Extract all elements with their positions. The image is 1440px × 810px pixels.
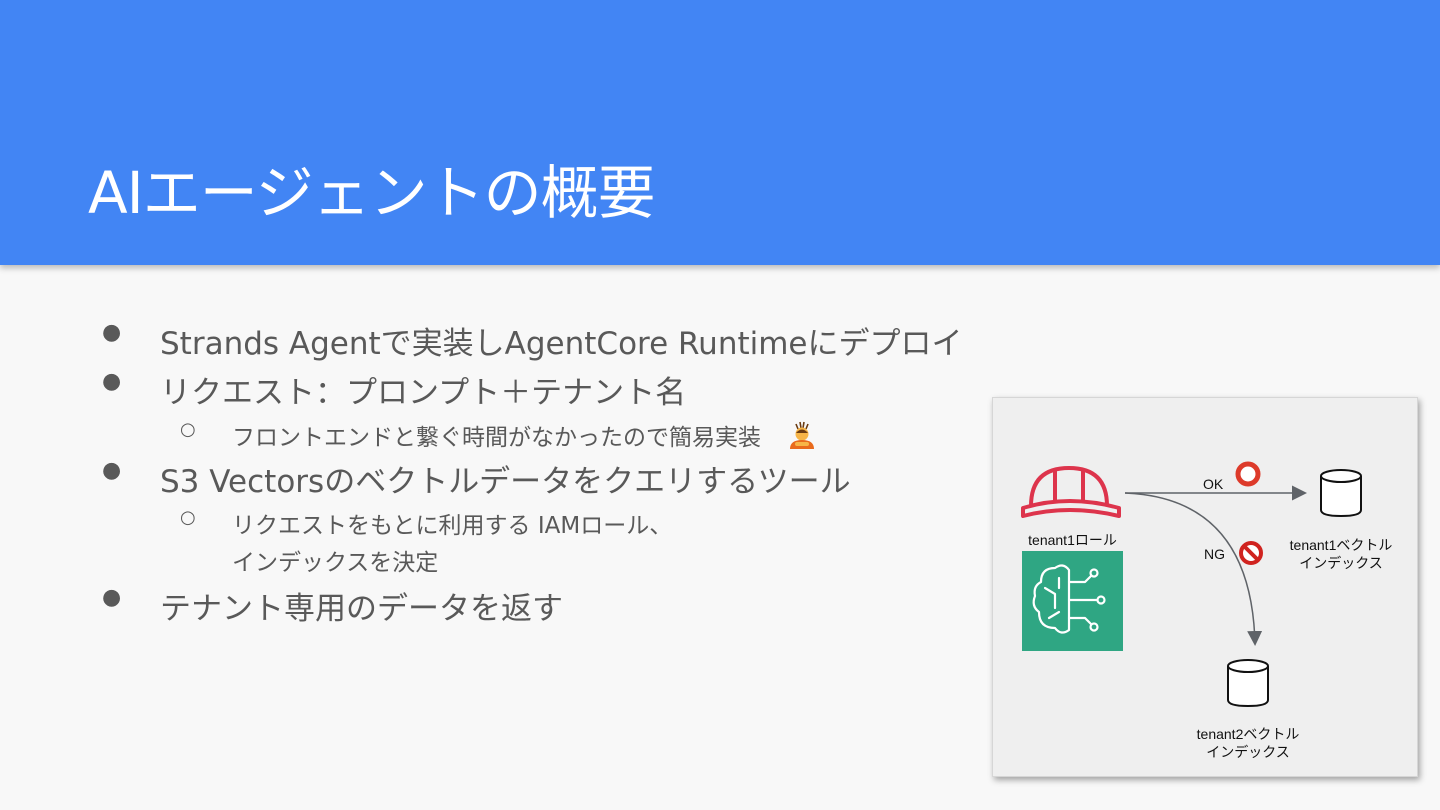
bullet-text: S3 Vectorsのベクトルデータをクエリするツール xyxy=(160,464,851,500)
role-label: tenant1ロール xyxy=(1028,532,1117,548)
bullet-text: リクエストをもとに利用する IAMロール、 xyxy=(232,513,673,539)
database-icon xyxy=(1227,659,1269,708)
tenant2-index-label-line2: インデックス xyxy=(1206,744,1290,760)
sub-bullet-circle: ○ xyxy=(180,419,196,440)
title-bar: AIエージェントの概要 xyxy=(0,0,1440,265)
tenant1-index-label-line1: tenant1ベクトル xyxy=(1289,537,1393,553)
tenant2-index-label: tenant2ベクトル インデックス xyxy=(1183,725,1313,761)
prohibited-icon xyxy=(1239,541,1263,565)
bullet-text: テナント専用のデータを返す xyxy=(160,591,563,627)
sub-bullet-item: ○ フロントエンドと繋ぐ時間がなかったので簡易実装 xyxy=(180,418,818,454)
ok-label: OK xyxy=(1203,476,1224,492)
bullet-dot: ● xyxy=(102,458,122,483)
bullet-dot: ● xyxy=(102,585,122,610)
bullet-text: リクエスト：プロンプト＋テナント名 xyxy=(160,375,687,411)
bullet-text: Strands Agentで実装しAgentCore Runtimeにデプロイ xyxy=(160,326,963,362)
sub-bullet-item: ○ リクエストをもとに利用する IAMロール、 xyxy=(180,506,673,540)
slide-title: AIエージェントの概要 xyxy=(88,159,656,227)
tenant2-index-label-line1: tenant2ベクトル xyxy=(1196,726,1300,742)
ng-label: NG xyxy=(1204,546,1225,562)
bullet-item: ● リクエスト：プロンプト＋テナント名 xyxy=(102,367,687,412)
bullet-item: ● S3 Vectorsのベクトルデータをクエリするツール xyxy=(102,456,851,501)
ng-arrow xyxy=(1124,492,1263,646)
bullet-text: インデックスを決定 xyxy=(232,550,439,576)
bullet-item: ● Strands Agentで実装しAgentCore Runtimeにデプロ… xyxy=(102,318,963,363)
iam-role-helmet-icon xyxy=(1021,465,1121,518)
bedrock-agentcore-icon xyxy=(1022,551,1123,651)
bullet-item: ● テナント専用のデータを返す xyxy=(102,583,563,628)
bowing-person-emoji-icon xyxy=(786,421,818,451)
allowed-circle-icon xyxy=(1235,461,1261,487)
tenant1-index-label: tenant1ベクトル インデックス xyxy=(1276,536,1406,572)
tenant-isolation-diagram: tenant1ロール OK NG tenant1ベクトル インデックス tena… xyxy=(992,397,1418,777)
database-icon xyxy=(1320,469,1362,518)
tenant1-index-label-line2: インデックス xyxy=(1299,555,1383,571)
sub-bullet-continuation: インデックスを決定 xyxy=(232,543,438,577)
sub-bullet-circle: ○ xyxy=(180,507,196,528)
bullet-text: フロントエンドと繋ぐ時間がなかったので簡易実装 xyxy=(232,425,761,451)
bullet-dot: ● xyxy=(102,320,122,345)
bullet-dot: ● xyxy=(102,369,122,394)
